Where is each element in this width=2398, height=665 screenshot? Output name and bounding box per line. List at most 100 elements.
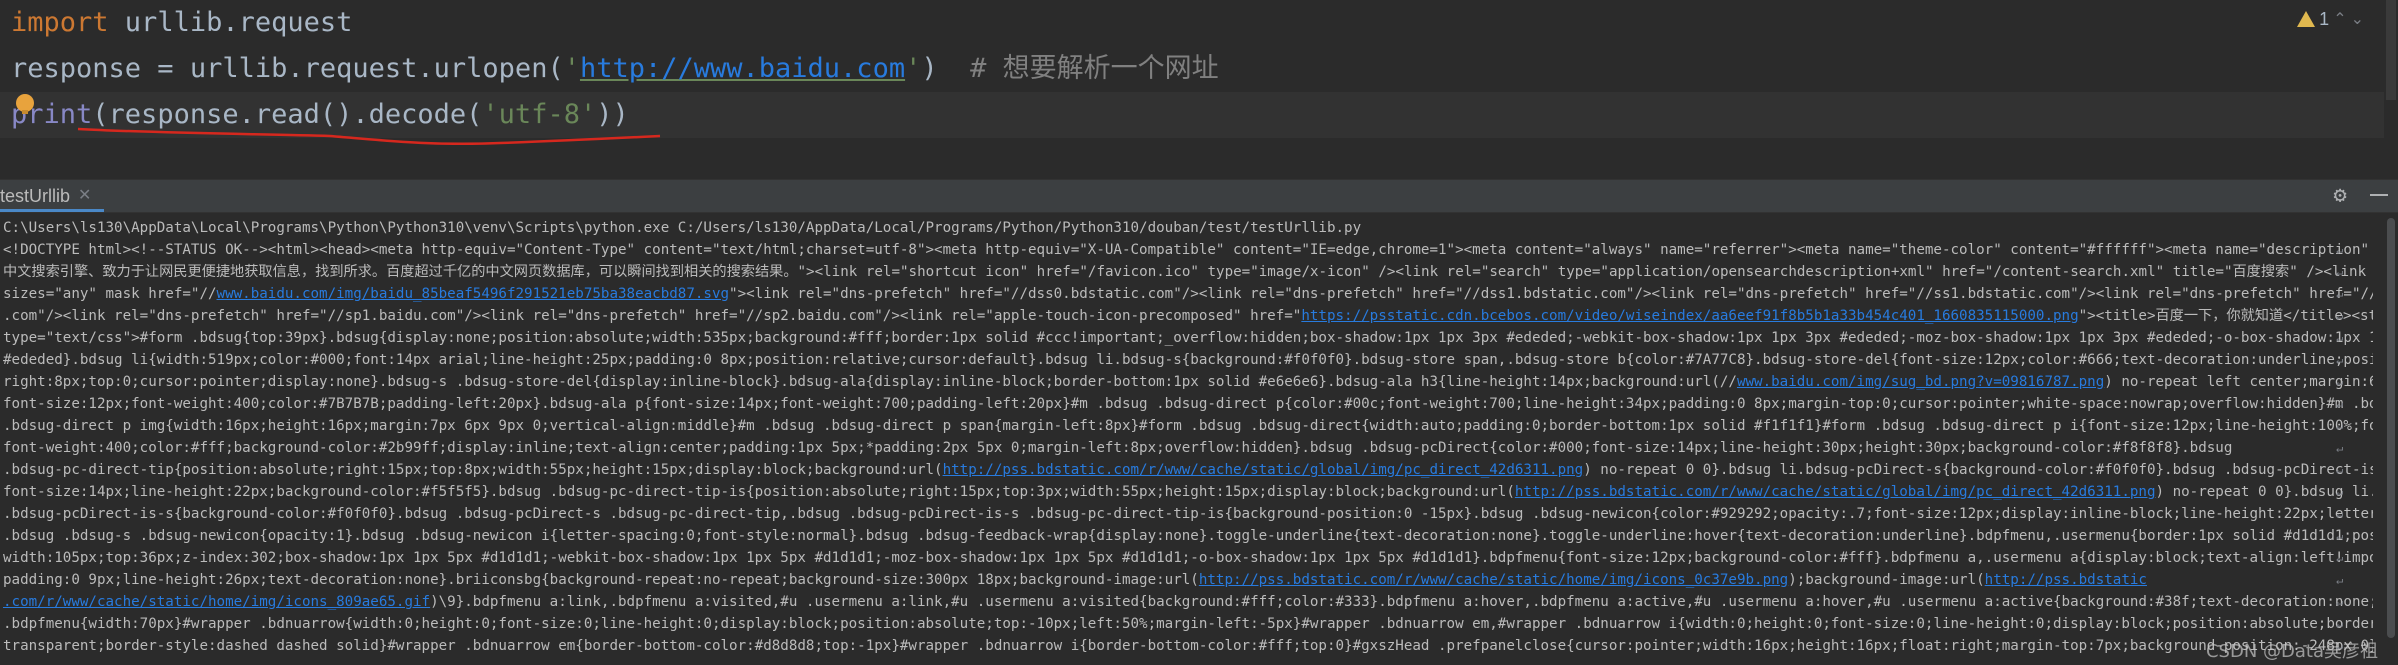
read-decode-call: response.read().decode( — [108, 99, 483, 130]
utf8-string: 'utf-8' — [482, 99, 597, 130]
response-variable: response — [11, 53, 142, 84]
console-line: .bdsug .bdsug-s .bdsug-newicon{opacity:1… — [3, 525, 2373, 547]
run-panel-header: testUrllib ✕ ⚙ — [0, 179, 2398, 213]
console-line: <!DOCTYPE html><!--STATUS OK--><html><he… — [3, 239, 2373, 261]
chevron-down-icon[interactable]: ⌄ — [2351, 9, 2364, 29]
console-link[interactable]: www.baidu.com/img/baidu_85beaf5496f29152… — [217, 286, 730, 302]
code-comment: # 想要解析一个网址 — [970, 53, 1219, 84]
console-line: .bdsug-pcDirect-is-s{background-color:#f… — [3, 503, 2373, 525]
code-line-2[interactable]: response = urllib.request.urlopen( 'http:… — [11, 46, 1219, 92]
run-tab[interactable]: testUrllib ✕ — [0, 180, 99, 212]
soft-wrap-icon: ↵ — [2336, 441, 2344, 455]
soft-wrap-icon: ↵ — [2336, 397, 2344, 411]
console-text: C:\Users\ls130\AppData\Local\Programs\Py… — [3, 220, 1362, 236]
console-text: transparent;border-style:dashed dashed s… — [3, 638, 2373, 654]
console-text: .com"/><link rel="dns-prefetch" href="//… — [3, 308, 1302, 324]
soft-wrap-icon: ↵ — [2336, 507, 2344, 521]
console-text: "><link rel="dns-prefetch" href="//dss0.… — [729, 286, 2373, 302]
module-name: urllib.request — [108, 7, 353, 38]
console-line: transparent;border-style:dashed dashed s… — [3, 635, 2373, 657]
console-line: .com/r/www/cache/static/home/img/icons_8… — [3, 591, 2373, 613]
soft-wrap-icon: ↵ — [2336, 265, 2344, 279]
console-text: sizes="any" mask href="// — [3, 286, 217, 302]
console-text: .bdsug .bdsug-s .bdsug-newicon{opacity:1… — [3, 528, 2373, 544]
console-line: font-size:12px;font-weight:400;color:#7B… — [3, 393, 2373, 415]
console-line: type="text/css">#form .bdsug{top:39px}.b… — [3, 327, 2373, 349]
urlopen-call: urllib.request.urlopen( — [189, 53, 564, 84]
console-scrollbar[interactable] — [2384, 213, 2398, 665]
soft-wrap-icon: ↵ — [2336, 617, 2344, 631]
assign-operator: = — [141, 53, 190, 84]
close-parens: )) — [596, 99, 629, 130]
console-scrollbar-thumb[interactable] — [2387, 218, 2395, 638]
console-line: padding:0 9px;line-height:26px;text-deco… — [3, 569, 2373, 591]
inspection-widget[interactable]: 1 ⌃ ⌄ — [2297, 7, 2364, 31]
run-tab-label: testUrllib — [0, 186, 71, 206]
console-text: <!DOCTYPE html><!--STATUS OK--><html><he… — [3, 242, 2373, 258]
console-text: font-size:14px;line-height:22px;backgrou… — [3, 484, 1515, 500]
warning-count: 1 — [2319, 8, 2330, 29]
console-link[interactable]: http://pss.bdstatic.com/r/www/cache/stat… — [943, 462, 1584, 478]
console-text: "><title>百度一下，你就知道</title><style index="… — [2078, 308, 2373, 324]
code-editor[interactable]: import urllib.request response = urllib.… — [0, 0, 2398, 145]
console-text: font-weight:400;color:#fff;background-co… — [3, 440, 2233, 456]
console-link[interactable]: http://pss.bdstatic.com/r/www/cache/stat… — [1199, 572, 1788, 588]
soft-wrap-icon: ↵ — [2336, 463, 2344, 477]
console-line: font-weight:400;color:#fff;background-co… — [3, 437, 2373, 459]
console-text: ) no-repeat left center;margin:6px 0 4px… — [2104, 374, 2373, 390]
soft-wrap-icon: ↵ — [2336, 595, 2344, 609]
console-link[interactable]: www.baidu.com/img/sug_bd.png?v=09816787.… — [1737, 374, 2104, 390]
console-text: padding:0 9px;line-height:26px;text-deco… — [3, 572, 1199, 588]
console-line: 中文搜索引擎、致力于让网民更便捷地获取信息，找到所求。百度超过千亿的中文网页数据… — [3, 261, 2373, 283]
console-line: font-size:14px;line-height:22px;backgrou… — [3, 481, 2373, 503]
console-line: sizes="any" mask href="//www.baidu.com/i… — [3, 283, 2373, 305]
console-text: .bdsug-pc-direct-tip{position:absolute;r… — [3, 462, 943, 478]
soft-wrap-icon: ↵ — [2336, 573, 2344, 587]
soft-wrap-icon: ↵ — [2336, 243, 2344, 257]
console-line: right:8px;top:0;cursor:pointer;display:n… — [3, 371, 2373, 393]
lightbulb-icon[interactable] — [16, 94, 34, 114]
active-tab-indicator — [0, 209, 104, 212]
soft-wrap-icon: ↵ — [2336, 287, 2344, 301]
console-text: .bdsug-pcDirect-is-s{background-color:#f… — [3, 506, 2373, 522]
soft-wrap-icon: ↵ — [2336, 309, 2344, 323]
console-text: .bdpfmenu{width:70px}#wrapper .bdnuarrow… — [3, 616, 2373, 632]
soft-wrap-icon: ↵ — [2336, 419, 2344, 433]
import-keyword: import — [11, 7, 109, 38]
console-text: );background-image:url( — [1788, 572, 1985, 588]
warning-icon — [2297, 11, 2316, 27]
minimize-icon[interactable] — [2370, 194, 2388, 196]
soft-wrap-icon: ↵ — [2336, 353, 2344, 367]
console-line: C:\Users\ls130\AppData\Local\Programs\Py… — [3, 217, 2373, 239]
console-line: .bdsug-pc-direct-tip{position:absolute;r… — [3, 459, 2373, 481]
soft-wrap-icon: ↵ — [2336, 485, 2344, 499]
code-line-3[interactable]: print(response.read().decode('utf-8')) — [11, 92, 629, 138]
spacing — [938, 53, 971, 84]
soft-wrap-icon: ↵ — [2336, 551, 2344, 565]
console-link[interactable]: http://pss.bdstatic — [1985, 572, 2147, 588]
code-line-1[interactable]: import urllib.request — [11, 0, 352, 46]
gear-icon[interactable]: ⚙ — [2328, 184, 2352, 208]
console-line: .bdsug-direct p img{width:16px;height:16… — [3, 415, 2373, 437]
console-link[interactable]: https://psstatic.cdn.bcebos.com/video/wi… — [1301, 308, 2078, 324]
console-output[interactable]: C:\Users\ls130\AppData\Local\Programs\Py… — [0, 213, 2384, 665]
editor-scrollbar-thumb[interactable] — [2386, 0, 2396, 100]
console-line: width:105px;top:36px;z-index:302;box-sha… — [3, 547, 2373, 569]
close-paren: ) — [921, 53, 938, 84]
url-string[interactable]: http://www.baidu.com — [580, 53, 905, 84]
console-text: )\9}.bdpfmenu a:link,.bdpfmenu a:visited… — [430, 594, 2373, 610]
chevron-up-icon[interactable]: ⌃ — [2333, 9, 2346, 29]
soft-wrap-icon: ↵ — [2336, 375, 2344, 389]
console-text: 中文搜索引擎、致力于让网民更便捷地获取信息，找到所求。百度超过千亿的中文网页数据… — [3, 264, 2373, 280]
console-link[interactable]: http://pss.bdstatic.com/r/www/cache/stat… — [1515, 484, 2156, 500]
editor-scrollbar[interactable] — [2384, 0, 2398, 145]
string-quote-close: ' — [905, 53, 922, 84]
open-paren: ( — [92, 99, 109, 130]
console-text: font-size:12px;font-weight:400;color:#7B… — [3, 396, 2373, 412]
console-line: .com"/><link rel="dns-prefetch" href="//… — [3, 305, 2373, 327]
console-text: type="text/css">#form .bdsug{top:39px}.b… — [3, 330, 2373, 346]
console-line: .bdpfmenu{width:70px}#wrapper .bdnuarrow… — [3, 613, 2373, 635]
close-icon[interactable]: ✕ — [78, 180, 91, 212]
console-text: ) no-repeat 0 0}.bdsug li.bdsug-pcDirect… — [1583, 462, 2373, 478]
console-link[interactable]: .com/r/www/cache/static/home/img/icons_8… — [3, 594, 430, 610]
